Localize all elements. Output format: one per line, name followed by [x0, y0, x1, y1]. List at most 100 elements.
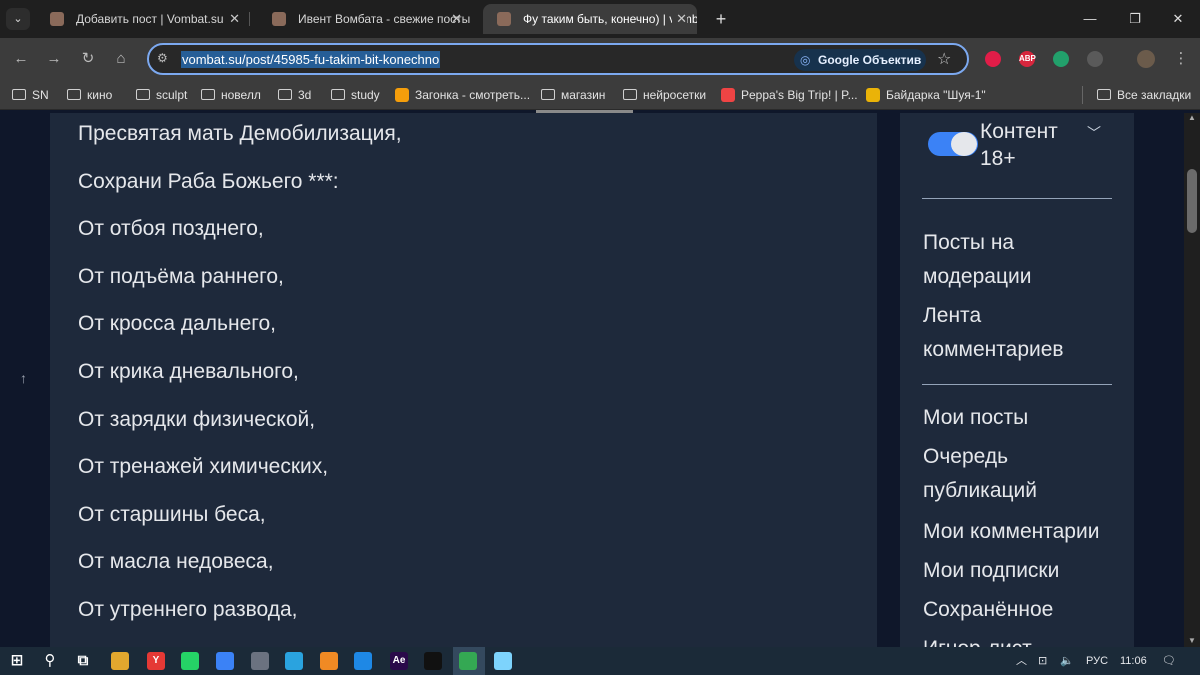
- notifications-icon[interactable]: 🗨: [1162, 653, 1176, 669]
- bookmark-item[interactable]: study: [331, 86, 380, 104]
- sidebar-link[interactable]: Лента комментариев: [923, 299, 1123, 367]
- sidebar: Контент 18+ ﹀ Посты на модерации Лента ко…: [900, 113, 1134, 647]
- sidebar-divider: [922, 384, 1112, 385]
- close-tab-icon[interactable]: ✕: [672, 4, 687, 34]
- bookmark-item[interactable]: sculpt: [136, 86, 187, 104]
- tray-chevron-icon[interactable]: ︿: [1016, 653, 1027, 669]
- clock[interactable]: 11:06: [1120, 653, 1147, 669]
- after-effects-icon[interactable]: Ae: [390, 652, 408, 670]
- bookmark-item[interactable]: Peppa's Big Trip! | P...: [721, 86, 858, 104]
- poem-line: От утреннего развода,: [78, 598, 298, 621]
- back-button[interactable]: ←: [10, 48, 32, 70]
- colorful-extension-icon[interactable]: [1053, 51, 1069, 67]
- bookmark-item[interactable]: кино: [67, 86, 112, 104]
- bookmark-item[interactable]: Байдарка "Шуя-1": [866, 86, 986, 104]
- tab-strip: ⌄ Добавить пост | Vombat.su ✕ Ивент Вомб…: [0, 0, 1200, 38]
- tab-event[interactable]: Ивент Вомбата - свежие посты ✕: [258, 4, 472, 34]
- all-bookmarks-button[interactable]: Все закладки: [1097, 86, 1191, 104]
- sidebar-link[interactable]: Сохранённое: [923, 593, 1123, 627]
- bookmark-item[interactable]: магазин: [541, 86, 605, 104]
- poem-line: От зарядки физической,: [78, 407, 316, 431]
- app-icon[interactable]: [354, 652, 372, 670]
- minimize-button[interactable]: —: [1078, 8, 1102, 30]
- tab-search-button[interactable]: ⌄: [6, 8, 30, 30]
- puzzle-icon[interactable]: [1087, 51, 1103, 67]
- sidebar-link[interactable]: Мои комментарии: [923, 515, 1123, 549]
- menu-icon[interactable]: ⋮: [1170, 48, 1192, 70]
- sidebar-link[interactable]: Очередь публикаций: [923, 440, 1123, 508]
- blender-icon[interactable]: [320, 652, 338, 670]
- poem-line: От тренажей химических,: [78, 455, 329, 479]
- sidebar-link[interactable]: Посты на модерации: [923, 226, 1123, 294]
- volume-icon[interactable]: 🔈: [1060, 653, 1074, 669]
- forward-button[interactable]: →: [43, 48, 65, 70]
- chrome-icon[interactable]: [459, 652, 477, 670]
- tab-title: Добавить пост | Vombat.su: [76, 12, 224, 26]
- address-bar[interactable]: ⚙ vombat.su/post/45985-fu-takim-bit-kone…: [147, 43, 969, 75]
- bookmark-label: кино: [87, 88, 113, 102]
- bookmark-item[interactable]: новелл: [201, 86, 261, 104]
- chevron-down-icon[interactable]: ﹀: [1087, 123, 1101, 143]
- figma-icon[interactable]: [424, 652, 442, 670]
- bookmark-star-icon[interactable]: ☆: [937, 49, 951, 71]
- url-text[interactable]: vombat.su/post/45985-fu-takim-bit-konech…: [181, 51, 441, 68]
- windows-taskbar: ⊞ ⚲ ⧉ Y Ae ︿ ⊡ 🔈 РУС 11:06 🗨: [0, 647, 1200, 675]
- chromium-icon[interactable]: [216, 652, 234, 670]
- bookmark-item[interactable]: Загонка - смотреть...: [395, 86, 530, 104]
- poem-line: От отбоя позднего,: [78, 217, 264, 241]
- close-window-button[interactable]: ✕: [1166, 8, 1190, 30]
- poem-line: От кросса дальнего,: [78, 312, 276, 336]
- bookmarks-bar: SN кино sculpt новелл 3d study Загонка - смотр…: [0, 80, 1200, 110]
- tab-title: Фу таким быть, конечно) | vombat: [523, 12, 697, 26]
- bookmark-label: study: [351, 88, 380, 102]
- scroll-down-arrow-icon[interactable]: ▼: [1188, 636, 1196, 645]
- close-tab-icon[interactable]: ✕: [229, 4, 240, 34]
- new-tab-button[interactable]: +: [711, 8, 731, 30]
- task-view-icon[interactable]: ⧉: [74, 652, 92, 670]
- bookmark-label: магазин: [561, 88, 606, 102]
- sidebar-link[interactable]: Игнор-лист: [923, 632, 1123, 647]
- home-icon[interactable]: ⌂: [110, 48, 132, 70]
- sidebar-link[interactable]: Мои посты: [923, 401, 1123, 435]
- telegram-icon[interactable]: [285, 652, 303, 670]
- bookmark-item[interactable]: 3d: [278, 86, 311, 104]
- content-18-toggle[interactable]: [928, 132, 978, 156]
- vombat-favicon-icon: [272, 12, 286, 26]
- bookmark-label: новелл: [221, 88, 261, 102]
- scrollbar-thumb[interactable]: [1187, 169, 1197, 233]
- notepad-icon[interactable]: [494, 652, 512, 670]
- bookmark-item[interactable]: SN: [12, 86, 49, 104]
- windows-start-icon[interactable]: ⊞: [8, 652, 26, 670]
- calculator-icon[interactable]: [251, 652, 269, 670]
- bookmark-label: Peppa's Big Trip! | P...: [741, 88, 858, 102]
- search-icon[interactable]: ⚲: [41, 652, 59, 670]
- google-lens-button[interactable]: ◎ Google Объектив: [794, 49, 926, 71]
- folder-icon: [541, 89, 555, 100]
- tab-add-post[interactable]: Добавить пост | Vombat.su ✕: [36, 4, 250, 34]
- site-settings-icon[interactable]: ⚙: [157, 51, 168, 65]
- bookmark-item[interactable]: нейросетки: [623, 86, 706, 104]
- profile-avatar[interactable]: [1137, 50, 1155, 68]
- folder-icon: [136, 89, 150, 100]
- record-extension-icon[interactable]: [985, 51, 1001, 67]
- scroll-to-top-icon[interactable]: ↑: [20, 370, 27, 386]
- network-icon[interactable]: ⊡: [1038, 653, 1047, 669]
- page-scrollbar[interactable]: ▲ ▼: [1184, 113, 1200, 647]
- folder-icon: [331, 89, 345, 100]
- site-favicon-icon: [395, 88, 409, 102]
- adblock-icon[interactable]: ABP: [1019, 51, 1036, 67]
- bookmarks-separator: [1082, 86, 1083, 104]
- yandex-browser-icon[interactable]: Y: [147, 652, 165, 670]
- lens-label: Google Объектив: [818, 53, 922, 67]
- sidebar-link[interactable]: Мои подписки: [923, 554, 1123, 588]
- tab-current-post[interactable]: Фу таким быть, конечно) | vombat ✕: [483, 4, 697, 34]
- maximize-button[interactable]: ❐: [1123, 8, 1147, 30]
- lens-icon: ◎: [800, 53, 811, 67]
- toggle-knob: [951, 132, 977, 156]
- file-explorer-icon[interactable]: [111, 652, 129, 670]
- language-indicator[interactable]: РУС: [1086, 653, 1108, 669]
- close-tab-icon[interactable]: ✕: [451, 4, 462, 34]
- reload-button[interactable]: ↻: [77, 48, 99, 70]
- whatsapp-icon[interactable]: [181, 652, 199, 670]
- scroll-up-arrow-icon[interactable]: ▲: [1188, 113, 1196, 122]
